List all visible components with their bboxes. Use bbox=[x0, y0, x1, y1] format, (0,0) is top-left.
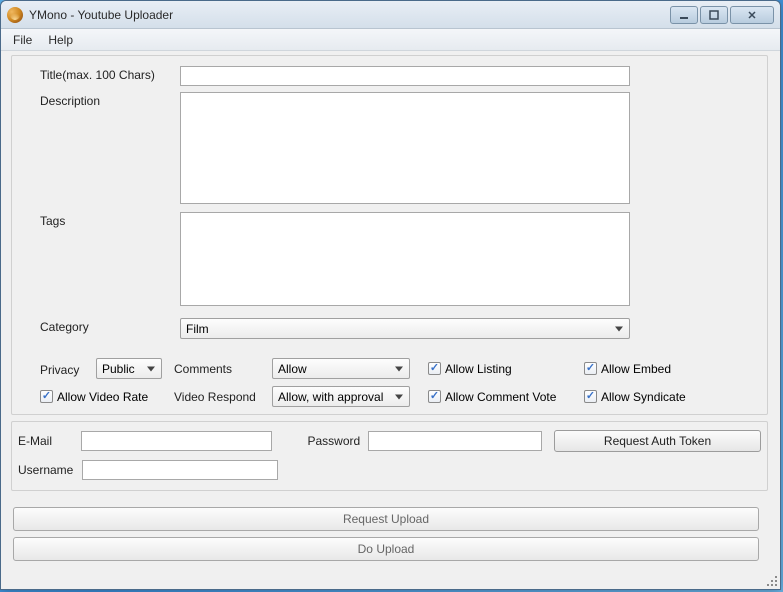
menu-file[interactable]: File bbox=[5, 31, 40, 49]
privacy-label: Privacy bbox=[40, 361, 96, 377]
email-input[interactable] bbox=[81, 431, 272, 451]
allow-syndicate-label: Allow Syndicate bbox=[601, 390, 686, 404]
video-respond-select[interactable]: Allow, with approval bbox=[272, 386, 410, 407]
app-window: YMono - Youtube Uploader File Help Title… bbox=[0, 0, 781, 590]
title-input[interactable] bbox=[180, 66, 630, 86]
password-label: Password bbox=[308, 434, 363, 448]
window-controls bbox=[670, 6, 774, 24]
resize-grip[interactable] bbox=[763, 572, 777, 586]
allow-video-rate-checkbox[interactable] bbox=[40, 390, 53, 403]
allow-listing-checkbox[interactable] bbox=[428, 362, 441, 375]
comments-label: Comments bbox=[174, 362, 272, 376]
comments-select[interactable]: Allow bbox=[272, 358, 410, 379]
allow-embed-label: Allow Embed bbox=[601, 362, 671, 376]
username-input[interactable] bbox=[82, 460, 278, 480]
email-label: E-Mail bbox=[18, 434, 75, 448]
minimize-button[interactable] bbox=[670, 6, 698, 24]
close-button[interactable] bbox=[730, 6, 774, 24]
allow-video-rate-label: Allow Video Rate bbox=[57, 390, 148, 404]
allow-syndicate-checkbox[interactable] bbox=[584, 390, 597, 403]
do-upload-button[interactable]: Do Upload bbox=[13, 537, 759, 561]
tags-label: Tags bbox=[40, 212, 180, 228]
title-label: Title(max. 100 Chars) bbox=[40, 66, 180, 82]
tags-textarea[interactable] bbox=[180, 212, 630, 306]
password-input[interactable] bbox=[368, 431, 542, 451]
auth-panel: E-Mail Password Request Auth Token Usern… bbox=[11, 421, 768, 491]
privacy-select[interactable]: Public bbox=[96, 358, 162, 379]
category-select[interactable]: Film bbox=[180, 318, 630, 339]
allow-comment-vote-label: Allow Comment Vote bbox=[445, 390, 556, 404]
window-title: YMono - Youtube Uploader bbox=[29, 8, 670, 22]
menubar: File Help bbox=[1, 29, 780, 51]
allow-embed-checkbox[interactable] bbox=[584, 362, 597, 375]
privacy-value: Public bbox=[102, 362, 135, 376]
category-value: Film bbox=[186, 322, 209, 336]
allow-comment-vote-checkbox[interactable] bbox=[428, 390, 441, 403]
video-respond-label: Video Respond bbox=[174, 390, 272, 404]
menu-help[interactable]: Help bbox=[40, 31, 81, 49]
maximize-button[interactable] bbox=[700, 6, 728, 24]
titlebar[interactable]: YMono - Youtube Uploader bbox=[1, 1, 780, 29]
description-textarea[interactable] bbox=[180, 92, 630, 204]
java-icon bbox=[7, 7, 23, 23]
request-upload-button[interactable]: Request Upload bbox=[13, 507, 759, 531]
comments-value: Allow bbox=[278, 362, 307, 376]
category-label: Category bbox=[40, 318, 180, 334]
video-respond-value: Allow, with approval bbox=[278, 390, 383, 404]
request-auth-button[interactable]: Request Auth Token bbox=[554, 430, 761, 452]
content-area: Title(max. 100 Chars) Description Tags C… bbox=[1, 51, 780, 589]
description-label: Description bbox=[40, 92, 180, 108]
video-details-panel: Title(max. 100 Chars) Description Tags C… bbox=[11, 55, 768, 415]
allow-listing-label: Allow Listing bbox=[445, 362, 512, 376]
username-label: Username bbox=[18, 463, 76, 477]
